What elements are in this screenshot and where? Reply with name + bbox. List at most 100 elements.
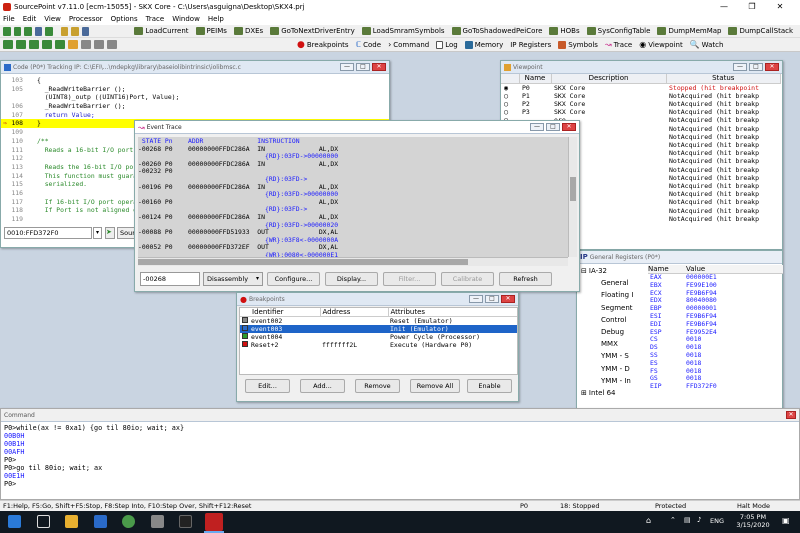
menu-options[interactable]: Options	[111, 14, 138, 25]
open-icon[interactable]	[3, 26, 11, 36]
register-group-item[interactable]: YMM - D	[579, 363, 647, 375]
code-line[interactable]: (UINT8)_outp ((UINT16)Port, Value);	[1, 93, 389, 102]
register-group-item[interactable]: General	[579, 277, 647, 289]
lock-icon[interactable]	[68, 40, 78, 49]
halt-icon[interactable]	[107, 40, 117, 49]
clock[interactable]: 7:05 PM 3/15/2020	[734, 513, 772, 529]
run-to-icon[interactable]	[55, 40, 65, 49]
register-group-item[interactable]: Debug	[579, 326, 647, 338]
column-header-identifier[interactable]: Identifier	[240, 308, 321, 317]
command-output[interactable]: P0>while(ax != 0xa1) {go til 80io; wait;…	[1, 422, 799, 490]
register-row[interactable]: ESP FE9952E4	[648, 328, 783, 337]
toolbar-loadsmramsymbols[interactable]: LoadSmramSymbols	[361, 27, 445, 35]
toolbar-gotoshadowedpeicore[interactable]: GoToShadowedPeiCore	[451, 27, 542, 35]
column-header-status[interactable]: Status	[666, 74, 781, 84]
save-icon[interactable]	[13, 26, 22, 36]
toolbar-code[interactable]: ℂ Code	[356, 40, 382, 49]
go-to-address-button[interactable]: ➤	[105, 227, 115, 239]
close-icon[interactable]: ✕	[562, 123, 576, 131]
toolbar-watch[interactable]: 🔍 Watch	[690, 40, 724, 49]
register-value[interactable]: FFD372F0	[686, 382, 783, 391]
menu-file[interactable]: File	[3, 14, 15, 25]
mode-select[interactable]: Disassembly ▾	[203, 272, 263, 286]
trace-record[interactable]: -00260 P0 00000000FFDC286A IN AL,DX	[138, 160, 568, 169]
menu-trace[interactable]: Trace	[146, 14, 165, 25]
register-row[interactable]: FS 0018	[648, 367, 783, 376]
cut-icon[interactable]	[60, 26, 69, 36]
breakpoint-row[interactable]: Reset+2 fffffff2L Execute (Hardware P0)	[240, 341, 517, 349]
toolbar-viewpoint[interactable]: ◉ Viewpoint	[639, 40, 682, 49]
breakpoint-row[interactable]: event004 Power Cycle (Processor)	[240, 333, 517, 341]
toolbar-peims[interactable]: PEIMs	[195, 27, 227, 35]
toolbar-ip-registers[interactable]: IP Registers	[510, 41, 551, 49]
toolbar-sysconfigtable[interactable]: SysConfigTable	[586, 27, 650, 35]
breakpoint-state-icon[interactable]	[242, 325, 248, 331]
network-icon[interactable]: ▤	[684, 516, 691, 524]
chevron-down-icon[interactable]: ▾	[93, 227, 102, 239]
filter-button[interactable]: Filter...	[383, 272, 436, 286]
register-row[interactable]: DS 0018	[648, 343, 783, 352]
viewpoint-row[interactable]: ○ P3 SKX Core NotAcquired (hit breakp	[501, 108, 781, 116]
step-into-icon[interactable]	[16, 40, 26, 49]
folder-icon[interactable]	[24, 26, 32, 36]
sourcepoint-taskbar-icon[interactable]	[205, 513, 223, 531]
menu-edit[interactable]: Edit	[23, 14, 37, 25]
breakpoint-state-icon[interactable]	[242, 333, 248, 339]
scrollbar-thumb[interactable]	[138, 259, 468, 265]
minimize-icon[interactable]: —	[710, 0, 738, 14]
settings-icon[interactable]	[151, 515, 164, 528]
minimize-icon[interactable]: —	[530, 123, 544, 131]
maximize-icon[interactable]: □	[485, 295, 499, 303]
stop-icon[interactable]	[81, 40, 91, 49]
windows-start-icon[interactable]	[8, 515, 21, 528]
calibrate-button[interactable]: Calibrate	[441, 272, 494, 286]
menu-window[interactable]: Window	[172, 14, 200, 25]
reset-icon[interactable]	[94, 40, 104, 49]
mail-icon[interactable]	[94, 515, 107, 528]
viewpoint-row[interactable]: ○ P2 SKX Core NotAcquired (hit breakp	[501, 100, 781, 108]
register-row[interactable]: SS 0018	[648, 351, 783, 360]
terminal-icon[interactable]	[179, 515, 192, 528]
breakpoint-state-icon[interactable]	[242, 341, 248, 347]
menu-processor[interactable]: Processor	[69, 14, 103, 25]
register-group-item[interactable]: ⊞ Intel 64	[579, 387, 647, 397]
disk-icon[interactable]	[34, 26, 43, 36]
maximize-icon[interactable]: ❐	[738, 0, 766, 14]
register-group-tree[interactable]: ⊟ IA-32 General Floating I Segment Control Deb…	[579, 265, 647, 397]
register-group-item[interactable]: Floating I	[579, 289, 647, 301]
menu-view[interactable]: View	[44, 14, 61, 25]
state-input[interactable]: -00268	[140, 272, 200, 286]
maximize-icon[interactable]: □	[749, 63, 763, 71]
toolbar-dumpmemmap[interactable]: DumpMemMap	[657, 27, 721, 35]
radio-icon[interactable]: ○	[501, 108, 519, 116]
chevron-up-icon[interactable]: ⌃	[670, 516, 676, 524]
toolbar-dxes[interactable]: DXEs	[233, 27, 263, 35]
register-row[interactable]: EIP FFD372F0	[648, 382, 783, 391]
close-icon[interactable]: ✕	[786, 411, 796, 419]
code-line[interactable]: 105 _ReadWriteBarrier ();	[1, 85, 389, 94]
register-group-item[interactable]: MMX	[579, 338, 647, 350]
register-group-item[interactable]: YMM - S	[579, 350, 647, 362]
maximize-icon[interactable]: □	[546, 123, 560, 131]
viewpoint-row[interactable]: ○ P1 SKX Core NotAcquired (hit breakp	[501, 92, 781, 100]
minimize-icon[interactable]: —	[469, 295, 483, 303]
event-trace-list[interactable]: STATE Pn ADDR INSTRUCTION -00268 P0 0000…	[138, 137, 568, 257]
remove-button[interactable]: Remove	[355, 379, 400, 393]
close-icon[interactable]: ✕	[501, 295, 515, 303]
toolbar-dumpcallstack[interactable]: DumpCallStack	[728, 27, 793, 35]
toolbar-command[interactable]: › Command	[388, 40, 429, 49]
go-icon[interactable]	[3, 40, 13, 49]
code-line[interactable]: 106 _ReadWriteBarrier ();	[1, 102, 389, 111]
code-line[interactable]: 103 {	[1, 76, 389, 85]
close-icon[interactable]: ✕	[766, 0, 794, 14]
code-line[interactable]: 107 return Value;	[1, 111, 389, 120]
register-group-item[interactable]: YMM - In	[579, 375, 647, 387]
step-over-icon[interactable]	[29, 40, 39, 49]
toolbar-trace[interactable]: ↝ Trace	[605, 40, 632, 49]
file-explorer-icon[interactable]	[65, 515, 78, 528]
minimize-icon[interactable]: —	[733, 63, 747, 71]
maximize-icon[interactable]: □	[356, 63, 370, 71]
display-button[interactable]: Display...	[325, 272, 378, 286]
refresh-button[interactable]: Refresh	[499, 272, 552, 286]
register-group-item[interactable]: Control	[579, 314, 647, 326]
